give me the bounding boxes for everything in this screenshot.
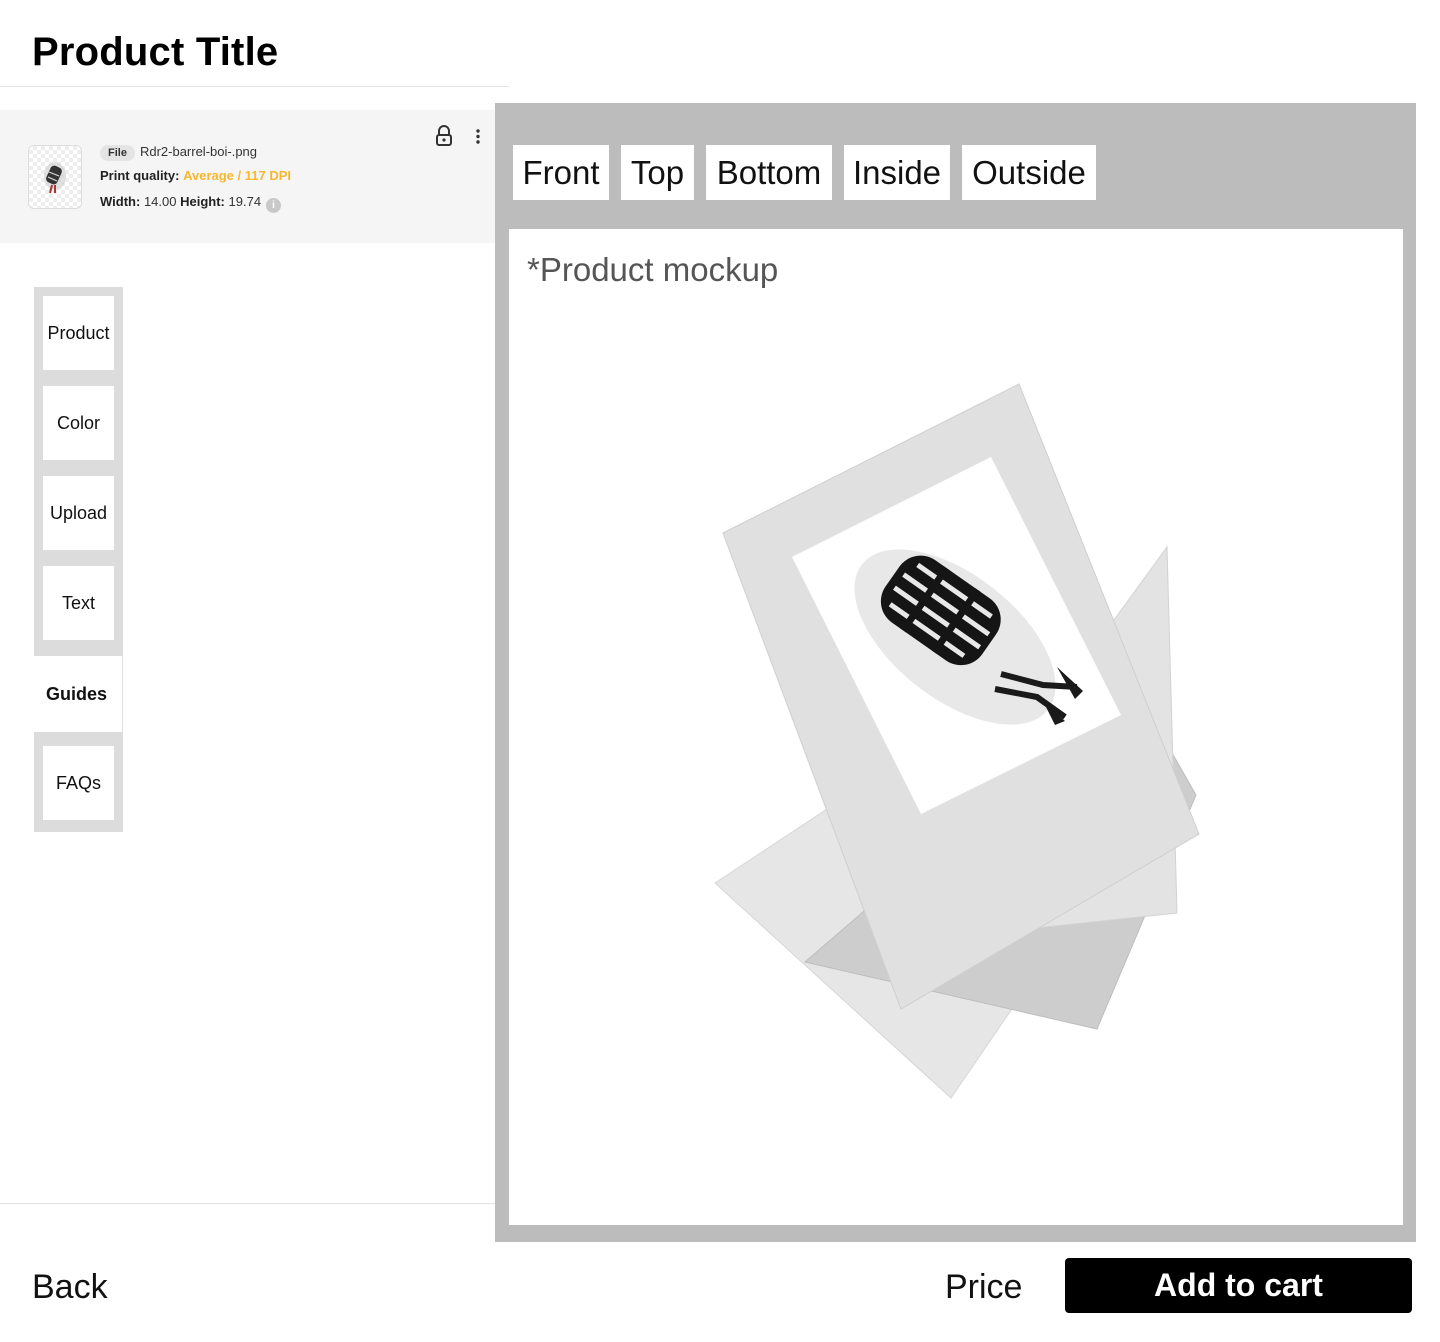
tab-front[interactable]: Front	[513, 145, 609, 200]
nav-item-faqs[interactable]: FAQs	[43, 746, 114, 820]
print-quality-value: Average / 117 DPI	[183, 168, 291, 183]
file-name-row: File Rdr2-barrel-boi-.png	[100, 144, 257, 161]
page-title: Product Title	[32, 30, 279, 74]
tab-outside[interactable]: Outside	[962, 145, 1096, 200]
product-preview: Front Top Bottom Inside Outside *Product…	[495, 103, 1416, 1242]
nav-item-upload[interactable]: Upload	[43, 476, 114, 550]
footer-divider	[0, 1203, 495, 1204]
nav-item-text[interactable]: Text	[43, 566, 114, 640]
print-quality-label: Print quality:	[100, 168, 180, 183]
width-label: Width:	[100, 194, 141, 209]
nav-item-product[interactable]: Product	[43, 296, 114, 370]
add-to-cart-button[interactable]: Add to cart	[1065, 1258, 1412, 1313]
print-quality-row: Print quality: Average / 117 DPI	[100, 168, 291, 183]
back-button[interactable]: Back	[32, 1268, 108, 1307]
file-badge: File	[100, 145, 135, 161]
file-name: Rdr2-barrel-boi-.png	[139, 144, 258, 159]
info-icon[interactable]: i	[266, 198, 282, 213]
mockup-canvas[interactable]: *Product mockup	[509, 229, 1403, 1225]
more-vertical-icon[interactable]	[474, 128, 482, 146]
width-value: 14.00	[143, 194, 177, 209]
barrel-thumbnail-icon	[44, 162, 66, 194]
height-value: 19.74	[228, 194, 262, 209]
dimensions-row: Width: 14.00 Height: 19.74 i	[100, 194, 282, 213]
nav-item-guides[interactable]: Guides	[34, 656, 123, 732]
height-label: Height:	[180, 194, 225, 209]
side-nav: Product Color Upload Text Guides FAQs	[34, 287, 123, 832]
title-divider	[0, 86, 509, 87]
price-label: Price	[945, 1268, 1023, 1306]
tab-inside[interactable]: Inside	[844, 145, 950, 200]
file-thumbnail[interactable]	[28, 145, 82, 209]
tab-bottom[interactable]: Bottom	[706, 145, 832, 200]
nav-item-color[interactable]: Color	[43, 386, 114, 460]
tab-top[interactable]: Top	[621, 145, 694, 200]
mockup-image	[714, 383, 1200, 1099]
uploaded-file-card: File Rdr2-barrel-boi-.png Print quality: …	[0, 110, 495, 243]
lock-icon[interactable]	[434, 125, 454, 147]
